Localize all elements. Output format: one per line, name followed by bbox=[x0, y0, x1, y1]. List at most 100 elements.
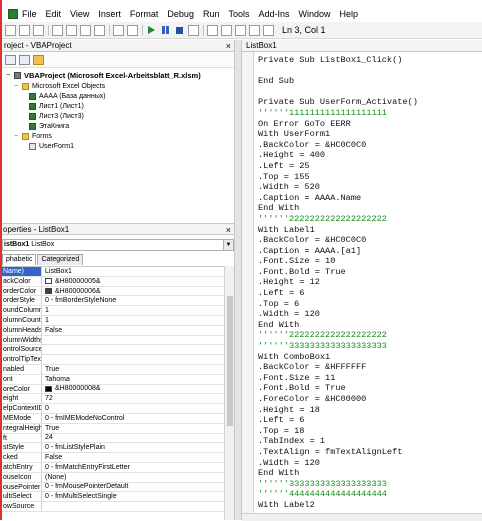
help-icon[interactable] bbox=[263, 24, 274, 36]
properties-window-icon[interactable] bbox=[221, 24, 232, 36]
menu-window[interactable]: Window bbox=[299, 9, 331, 19]
property-row[interactable]: owSource bbox=[2, 502, 224, 512]
property-value[interactable]: 72 bbox=[42, 394, 224, 403]
code-line[interactable]: End Sub bbox=[258, 76, 482, 87]
property-value[interactable]: (None) bbox=[42, 473, 224, 482]
property-row[interactable]: olumnCount 1 bbox=[2, 315, 224, 326]
project-explorer-icon[interactable] bbox=[207, 24, 218, 36]
object-selector[interactable]: istBox1 ListBox ▼ bbox=[2, 239, 234, 251]
tree-node-vbaproject[interactable]: − VBAProject (Microsoft Excel-Arbeitsbla… bbox=[6, 71, 201, 80]
property-value[interactable]: True bbox=[42, 424, 224, 433]
paste-icon[interactable] bbox=[80, 24, 91, 36]
close-icon[interactable]: × bbox=[226, 40, 231, 52]
code-line[interactable]: .Font.Bold = True bbox=[258, 383, 482, 394]
tree-node-sheet-3[interactable]: Лист3 (Лист3) bbox=[29, 112, 84, 121]
code-line[interactable]: .BackColor = &HFFFFFF bbox=[258, 362, 482, 373]
reset-icon[interactable] bbox=[174, 25, 185, 36]
property-row[interactable]: olumnWidths bbox=[2, 335, 224, 346]
toggle-folders-icon[interactable] bbox=[33, 55, 44, 65]
redo-icon[interactable] bbox=[127, 24, 138, 36]
code-line[interactable]: ''''''3333333333333333333 bbox=[258, 341, 482, 352]
code-line[interactable]: .Left = 6 bbox=[258, 415, 482, 426]
code-line[interactable]: ''''''2222222222222222222 bbox=[258, 330, 482, 341]
property-value[interactable]: Tahoma bbox=[42, 375, 224, 384]
property-value[interactable]: 0 - fmIMEModeNoControl bbox=[42, 414, 224, 423]
property-row[interactable]: cked False bbox=[2, 453, 224, 463]
code-line[interactable]: Private Sub UserForm_Activate() bbox=[258, 97, 482, 108]
code-line[interactable]: End With bbox=[258, 468, 482, 479]
property-value[interactable]: True bbox=[42, 365, 224, 374]
property-value[interactable]: ListBox1 bbox=[42, 267, 224, 276]
property-row[interactable]: ultiSelect 0 - fmMultiSelectSingle bbox=[2, 492, 224, 503]
code-line[interactable]: .Font.Bold = True bbox=[258, 267, 482, 278]
property-row[interactable]: ont Tahoma bbox=[2, 374, 224, 385]
code-line[interactable]: .Height = 12 bbox=[258, 277, 482, 288]
property-value[interactable]: 0 - fmBorderStyleNone bbox=[42, 296, 224, 305]
property-row[interactable]: orderColor &H80000006& bbox=[2, 286, 224, 297]
property-value[interactable]: 1 bbox=[42, 316, 224, 325]
collapse-icon[interactable]: − bbox=[6, 72, 13, 79]
code-line[interactable]: .Width = 520 bbox=[258, 182, 482, 193]
copy-icon[interactable] bbox=[66, 24, 77, 36]
code-line[interactable]: .Top = 18 bbox=[258, 426, 482, 437]
tree-node-sheet-1[interactable]: Лист1 (Лист1) bbox=[29, 102, 84, 111]
property-value[interactable]: False bbox=[42, 326, 224, 335]
property-value[interactable]: 0 - fmMatchEntryFirstLetter bbox=[42, 463, 224, 472]
code-line[interactable]: .TabIndex = 1 bbox=[258, 436, 482, 447]
menu-insert[interactable]: Insert bbox=[98, 9, 121, 19]
property-row[interactable]: olumnHeads False bbox=[2, 325, 224, 336]
code-line[interactable]: End With bbox=[258, 320, 482, 331]
property-value[interactable] bbox=[42, 502, 224, 511]
tree-node-excel-objects[interactable]: − Microsoft Excel Objects bbox=[14, 82, 105, 91]
menu-edit[interactable]: Edit bbox=[46, 9, 62, 19]
tree-node-userform1[interactable]: UserForm1 bbox=[29, 142, 74, 151]
code-line[interactable]: With ComboBox1 bbox=[258, 352, 482, 363]
code-line[interactable]: .Left = 6 bbox=[258, 288, 482, 299]
code-line[interactable]: ''''''1111111111111111111 bbox=[258, 108, 482, 119]
pane-splitter[interactable] bbox=[234, 40, 242, 520]
menu-file[interactable]: File bbox=[22, 9, 37, 19]
property-value[interactable]: 0 - fmListStylePlain bbox=[42, 443, 224, 452]
menu-add-ins[interactable]: Add-Ins bbox=[258, 9, 289, 19]
property-value[interactable]: False bbox=[42, 453, 224, 462]
property-value[interactable]: 1 bbox=[42, 306, 224, 315]
property-value[interactable]: 24 bbox=[42, 434, 224, 443]
property-value[interactable]: &H80000005& bbox=[42, 277, 224, 286]
view-code-icon[interactable] bbox=[5, 55, 16, 65]
property-value[interactable]: 0 bbox=[42, 404, 224, 413]
property-row[interactable]: ousePointer 0 - fmMousePointerDefault bbox=[2, 482, 224, 493]
tree-node-thisworkbook[interactable]: ЭтаКнига bbox=[29, 122, 69, 131]
code-line[interactable]: ''''''4444444444444444444 bbox=[258, 489, 482, 500]
property-value[interactable]: 0 - fmMousePointerDefault bbox=[42, 483, 224, 492]
property-value[interactable] bbox=[42, 345, 224, 354]
cut-icon[interactable] bbox=[52, 24, 63, 36]
code-line[interactable]: .Height = 400 bbox=[258, 150, 482, 161]
property-row[interactable]: MEMode 0 - fmIMEModeNoControl bbox=[2, 413, 224, 424]
property-row[interactable]: ontrolTipText bbox=[2, 355, 224, 365]
menu-debug[interactable]: Debug bbox=[167, 9, 194, 19]
code-line[interactable]: .Left = 25 bbox=[258, 161, 482, 172]
excel-app-icon[interactable] bbox=[8, 9, 18, 19]
property-row[interactable]: Name) ListBox1 bbox=[2, 267, 224, 277]
property-row[interactable]: ontrolSource bbox=[2, 345, 224, 356]
code-line[interactable]: With UserForm1 bbox=[258, 129, 482, 140]
code-line[interactable]: .TextAlign = fmTextAlignLeft bbox=[258, 447, 482, 458]
toolbox-icon[interactable] bbox=[249, 24, 260, 36]
code-line[interactable]: .Font.Size = 10 bbox=[258, 256, 482, 267]
property-row[interactable]: atchEntry 0 - fmMatchEntryFirstLetter bbox=[2, 462, 224, 473]
insert-userform-icon[interactable] bbox=[19, 24, 30, 36]
code-line[interactable]: With Label2 bbox=[258, 500, 482, 511]
tree-node-sheet-aaaa[interactable]: AAAA (База данных) bbox=[29, 92, 106, 101]
property-row[interactable]: ft 24 bbox=[2, 433, 224, 444]
property-row[interactable]: eight 72 bbox=[2, 394, 224, 405]
property-value[interactable]: 0 - fmMultiSelectSingle bbox=[42, 492, 224, 501]
break-icon[interactable] bbox=[160, 25, 171, 36]
property-row[interactable]: nabled True bbox=[2, 364, 224, 375]
code-line[interactable]: ''''''3333333333333333333 bbox=[258, 479, 482, 490]
menu-help[interactable]: Help bbox=[340, 9, 359, 19]
property-row[interactable]: oreColor &H80000008& bbox=[2, 384, 224, 395]
code-editor[interactable]: Private Sub ListBox1_Click() End Sub Priva… bbox=[258, 55, 482, 520]
property-row[interactable]: elpContextID 0 bbox=[2, 404, 224, 414]
property-row[interactable]: oundColumn 1 bbox=[2, 306, 224, 316]
undo-icon[interactable] bbox=[113, 24, 124, 36]
